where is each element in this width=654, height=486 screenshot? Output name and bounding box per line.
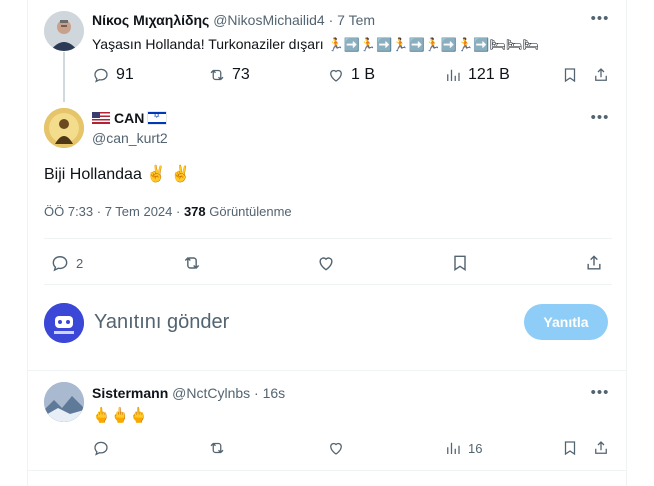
reply-more-icon[interactable]: •••	[590, 385, 610, 406]
views-icon	[447, 69, 460, 81]
reply-separator: ·	[254, 385, 259, 401]
reply-input[interactable]: Yanıtını gönder	[94, 311, 229, 334]
focused-view-count: 378	[183, 204, 206, 219]
parent-tweet-text: Yaşasın Hollanda! Turkonaziler dışarı 🏃➡…	[92, 36, 539, 53]
focused-like-button[interactable]	[316, 253, 336, 273]
reply-icon	[52, 256, 68, 272]
reply-view-count: 16	[468, 440, 483, 456]
reply-display-name[interactable]: Sistermann	[92, 385, 168, 401]
parent-handle[interactable]: @NikosMichailid4	[213, 12, 324, 28]
parent-emoji-sequence: 🏃➡️🏃➡️🏃➡️🏃➡️🏃➡️🛏🛏🛏	[327, 37, 539, 52]
parent-reply-count: 91	[116, 66, 134, 83]
share-icon	[587, 255, 601, 270]
divider	[44, 238, 612, 239]
us-flag-icon	[92, 112, 110, 124]
divider	[44, 284, 612, 285]
share-icon	[595, 68, 607, 81]
bookmark-icon	[454, 255, 466, 271]
repost-icon	[210, 442, 224, 454]
parent-text-body: Yaşasın Hollanda! Turkonaziler dışarı	[92, 36, 324, 52]
parent-header: Νίκος Μιχαηλίδης @NikosMichailid4 · 7 Te…	[92, 12, 375, 28]
reply-icon	[94, 441, 108, 456]
parent-bookmark-button[interactable]	[561, 66, 579, 84]
timeline-column: Νίκος Μιχαηλίδης @NikosMichailid4 · 7 Te…	[27, 0, 627, 486]
israel-flag-icon	[148, 111, 167, 124]
focused-meta: ÖÖ 7:33 · 7 Tem 2024 · 378 Görüntülenme	[44, 204, 292, 219]
reply-views-button[interactable]: 16	[444, 439, 482, 457]
heart-icon	[330, 69, 342, 82]
divider	[28, 370, 626, 371]
heart-icon	[319, 257, 333, 271]
views-icon	[447, 442, 460, 454]
focused-reply-count: 2	[76, 255, 84, 271]
parent-separator: ·	[328, 12, 334, 28]
heart-icon	[330, 442, 342, 455]
focused-bookmark-button[interactable]	[450, 253, 470, 273]
focused-view-label: Görüntülenme	[205, 204, 292, 219]
reply-handle[interactable]: @NctCylnbs	[172, 385, 250, 401]
parent-tweet[interactable]: Νίκος Μιχαηλίδης @NikosMichailid4 · 7 Te…	[28, 0, 626, 102]
focused-display-name[interactable]: CAN	[114, 110, 144, 126]
focused-avatar[interactable]	[44, 108, 84, 148]
repost-icon	[210, 69, 224, 81]
focused-share-button[interactable]	[584, 253, 604, 273]
thread-connector	[63, 52, 65, 102]
parent-like-count: 1 B	[351, 66, 376, 83]
parent-display-name[interactable]: Νίκος Μιχαηλίδης	[92, 12, 209, 28]
share-icon	[595, 441, 607, 454]
parent-reply-button[interactable]: 91	[92, 66, 134, 84]
reply-bookmark-button[interactable]	[561, 439, 579, 457]
focused-reply-button[interactable]: 2	[50, 253, 83, 273]
focused-handle[interactable]: @can_kurt2	[92, 130, 168, 146]
focused-tweet-text: Biji Hollandaa ✌️ ✌️	[44, 166, 191, 183]
reply-repost-button[interactable]	[208, 439, 226, 457]
parent-repost-count: 73	[232, 66, 250, 83]
reply-time[interactable]: 16s	[263, 385, 286, 401]
parent-time[interactable]: 7 Tem	[337, 12, 375, 28]
parent-more-icon[interactable]: •••	[590, 11, 610, 32]
parent-share-button[interactable]	[592, 66, 610, 84]
reply-reply-button[interactable]	[92, 439, 110, 457]
focused-timestamp[interactable]: ÖÖ 7:33 · 7 Tem 2024 ·	[44, 204, 184, 219]
focused-more-icon[interactable]: •••	[590, 110, 610, 131]
my-avatar[interactable]	[44, 303, 84, 343]
reply-header: Sistermann @NctCylnbs · 16s	[92, 385, 285, 401]
parent-avatar[interactable]	[44, 11, 84, 51]
reply-submit-button[interactable]: Yanıtla	[524, 304, 608, 340]
reply-icon	[94, 68, 108, 83]
reply-like-button[interactable]	[327, 439, 345, 457]
focused-header[interactable]: CAN	[92, 110, 167, 126]
parent-view-count: 121 B	[468, 66, 510, 83]
bookmark-icon	[564, 68, 576, 83]
reply-avatar[interactable]	[44, 382, 84, 422]
parent-like-button[interactable]: 1 B	[327, 66, 375, 84]
parent-repost-button[interactable]: 73	[208, 66, 250, 84]
parent-views-button[interactable]: 121 B	[444, 66, 510, 84]
focused-repost-button[interactable]	[182, 253, 202, 273]
bookmark-icon	[564, 441, 576, 456]
reply-tweet-text: 🖕🖕🖕	[92, 407, 149, 424]
reply-share-button[interactable]	[592, 439, 610, 457]
divider	[28, 470, 626, 471]
repost-icon	[184, 256, 200, 270]
